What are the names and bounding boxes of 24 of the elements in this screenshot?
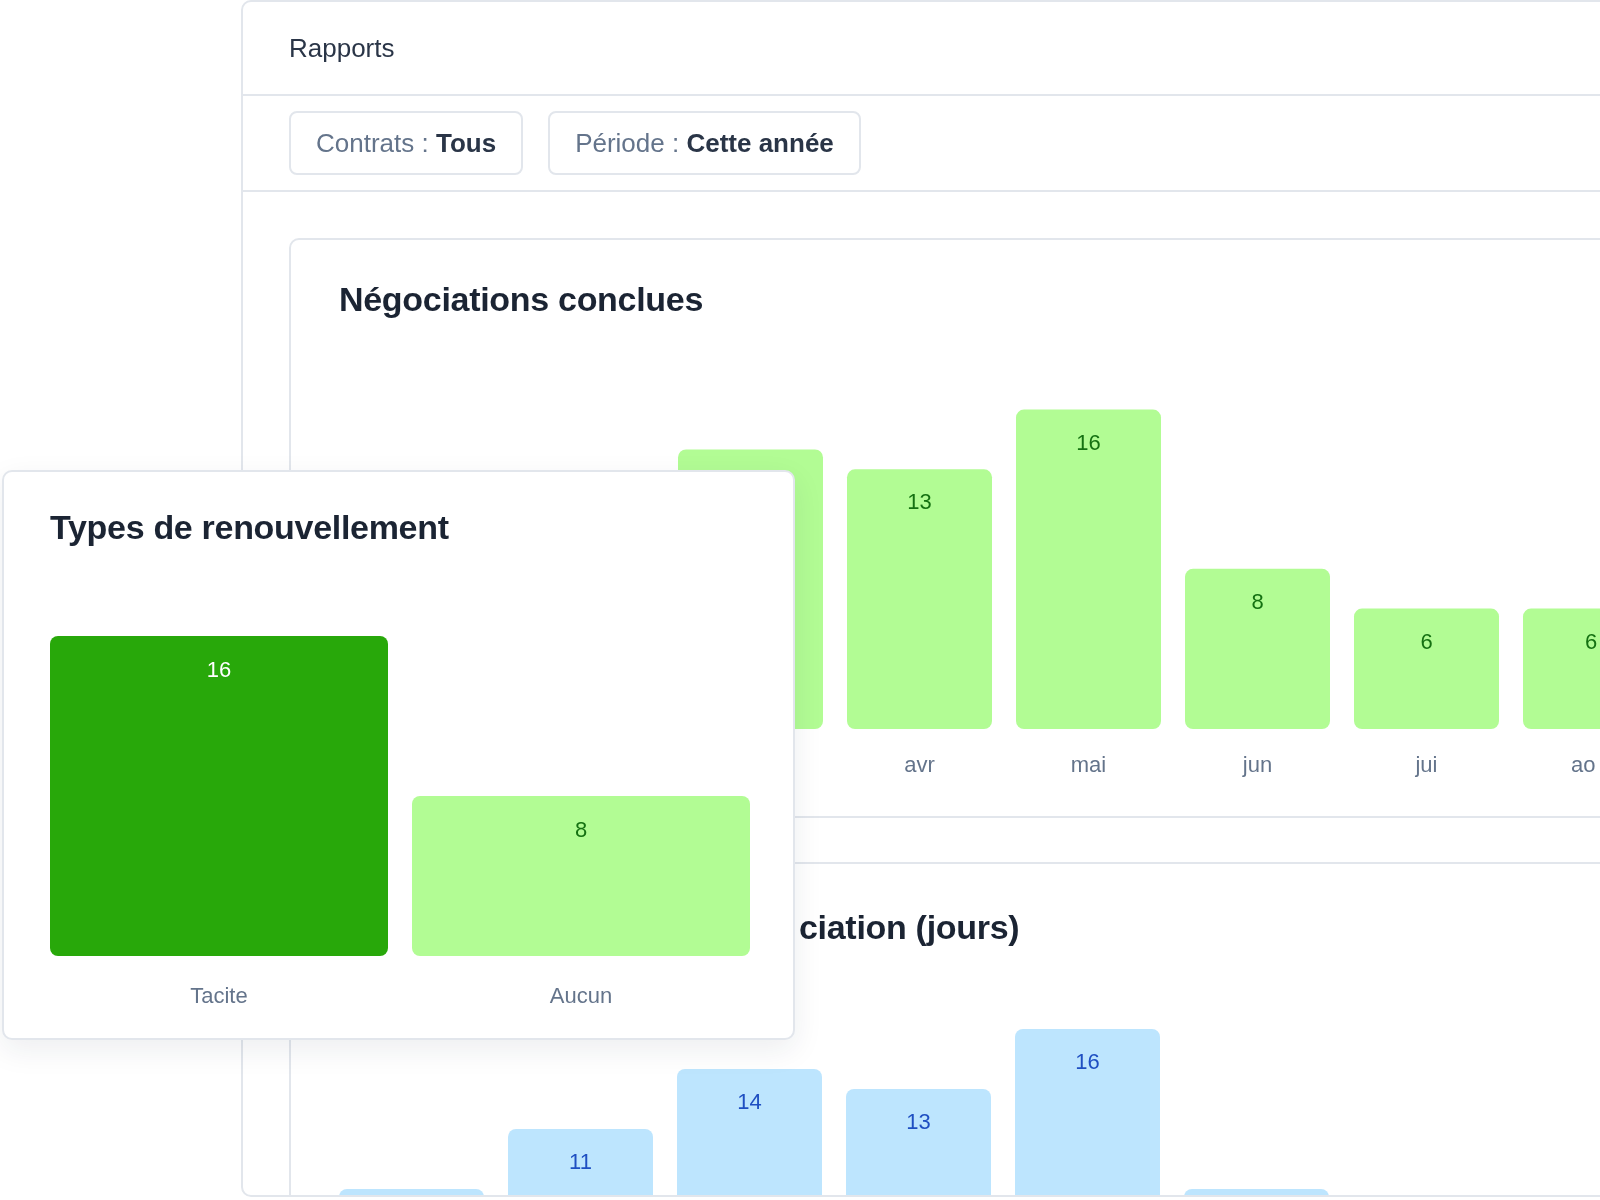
category-label: jui bbox=[1415, 752, 1438, 777]
value-label: 8 bbox=[574, 817, 588, 842]
chart-title: ciation (jours) bbox=[799, 908, 1020, 947]
page-title: Rapports bbox=[289, 32, 395, 64]
value-label: 14 bbox=[737, 1089, 762, 1114]
category-label: Aucun bbox=[549, 983, 613, 1008]
value-label: 8 bbox=[1251, 588, 1264, 614]
value-label: 16 bbox=[1076, 429, 1101, 455]
value-label: 11 bbox=[569, 1149, 592, 1174]
value-label: 13 bbox=[906, 1109, 931, 1134]
chart-title: Négociations conclues bbox=[338, 279, 704, 320]
category-label: mai bbox=[1070, 752, 1107, 777]
value-label: 16 bbox=[1075, 1049, 1100, 1074]
category-label: avr bbox=[904, 752, 935, 777]
chart-title: Types de renouvellement bbox=[49, 507, 450, 548]
category-label: Tacite bbox=[190, 983, 248, 1008]
value-label: 13 bbox=[907, 489, 932, 515]
value-label: 6 bbox=[1420, 628, 1433, 654]
value-label: 16 bbox=[206, 657, 232, 682]
filter-chip[interactable]: Période : Cette année bbox=[548, 111, 861, 175]
category-label: ao bbox=[1571, 752, 1596, 777]
filter-chip[interactable]: Contrats : Tous bbox=[289, 111, 524, 175]
value-label: 6 bbox=[1584, 628, 1598, 654]
category-label: jun bbox=[1242, 752, 1273, 777]
